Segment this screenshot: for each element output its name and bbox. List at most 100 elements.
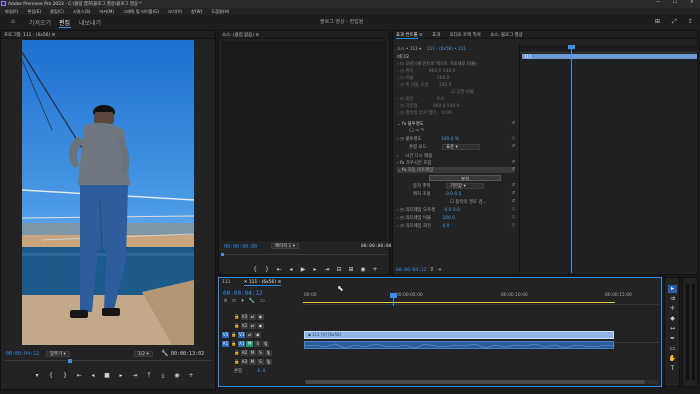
track-header-v3[interactable]: 🔒 V3 ⇄ ◉ [220,314,302,322]
insert-icon[interactable]: ⊟ [336,267,342,273]
opacity-reset-icon[interactable]: ↺ [511,121,515,126]
playback-resolution-dropdown[interactable]: 1/2 ▾ [134,351,153,357]
rotate-keyframe-icon[interactable]: ◇ [512,223,515,228]
menu-help[interactable]: 도움말(H) [211,9,229,15]
close-icon[interactable]: ✕ [690,0,694,5]
motion-rotation-row[interactable]: › ◷ 회전 0.0 [397,96,515,102]
go-to-out-icon[interactable]: ⇥ [132,373,138,379]
razor-tool-icon[interactable]: ◆ [668,315,677,323]
source-go-out-icon[interactable]: ⇥ [324,267,330,273]
add-marker-icon[interactable]: ▾ [34,373,40,379]
analyze-button[interactable]: 분석 [429,175,501,181]
track-header-a2[interactable]: 🔒 A2 M S 🎙 [220,350,302,358]
menu-view[interactable]: 보기(V) [168,9,182,15]
work-area-bar[interactable] [303,302,615,303]
a2-mic-icon[interactable]: 🎙 [264,350,272,356]
clip-a1[interactable] [304,341,616,349]
v3-target[interactable]: V3 [240,314,248,320]
timeline-tab-111[interactable]: 111 [222,280,230,285]
source-step-forward-icon[interactable]: ▸ [312,267,318,273]
v1-target[interactable]: V1 [238,332,246,338]
source-play-icon[interactable]: ▶ [300,267,306,273]
a2-target[interactable]: A2 [240,350,248,356]
add-marker-timeline-icon[interactable]: ▾ [241,298,244,304]
blend-mode-dropdown[interactable]: 표준 ▾ [441,144,480,150]
timeline-settings-icon[interactable]: 🔧 [249,298,255,304]
tab-effects[interactable]: 효과 [432,33,440,38]
linked-selection-icon[interactable]: ⊂ [232,298,236,304]
motion-scale-width-row[interactable]: › ◷ 폭 비율 조정 100.0 [397,82,515,88]
source-mark-in-icon[interactable]: { [252,267,258,273]
source-step-back-icon[interactable]: ◂ [288,267,294,273]
stop-icon[interactable]: ■ [104,373,110,379]
v3-sync-icon[interactable]: ⇄ [248,314,256,320]
menu-file[interactable]: 파일(F) [5,9,18,15]
menu-window[interactable]: 창(W) [191,9,202,15]
position-reset-icon[interactable]: ↺ [511,191,515,196]
time-remap-row[interactable]: › 시간 다시 매핑 [397,153,515,159]
source-export-frame-icon[interactable]: ◉ [360,267,366,273]
v1-eye-icon[interactable]: ◉ [254,332,262,338]
opacity-keyframe-icon[interactable]: ◇ [512,136,515,141]
v3-eye-icon[interactable]: ◉ [256,314,264,320]
mini-playhead-head[interactable] [568,45,575,49]
blend-reset-icon[interactable]: ↺ [511,144,515,149]
a1-source-patch[interactable]: A1 [222,341,229,347]
blur-reset-icon[interactable]: ↺ [511,160,515,165]
fit-zoom-dropdown[interactable]: 맞추기 ▾ [46,351,70,357]
effects-timecode[interactable]: 00:00:04:12 [396,268,426,273]
offset-keyframe-icon[interactable]: ◇ [512,207,515,212]
program-playhead-marker[interactable] [68,359,72,363]
mini-playhead[interactable] [571,45,572,273]
program-timecode[interactable]: 00:00:04:12 [6,351,39,357]
mark-out-icon[interactable]: } [62,373,68,379]
program-scrubber[interactable] [5,359,211,364]
reframe-reset-icon[interactable]: ↺ [511,167,515,172]
selection-tool-icon[interactable]: ▸ [668,285,677,293]
position-adjust-row[interactable]: 위치 조정 0.0 0.0 ↺ [397,191,515,197]
timeline-zoom-scrollbar[interactable] [305,380,658,384]
extract-icon[interactable]: ⤓ [160,373,166,379]
v2-target[interactable]: V2 [240,323,248,329]
fullscreen-icon[interactable]: ⤢ [672,18,677,26]
program-monitor-tab[interactable]: 프로그램: 111 - (6x56) ≡ [1,31,215,39]
source-add-button-icon[interactable]: + [372,267,378,273]
v1-sync-icon[interactable]: ⇄ [246,332,254,338]
source-timecode[interactable]: 00:00:00:00 [224,244,257,250]
timeline-playhead-head[interactable] [390,293,397,298]
motion-flicker-row[interactable]: › ◷ 깜박임 방지 필터 0.00 [397,110,515,116]
effects-export-icon[interactable]: ⇥ [437,267,441,273]
tab-edit[interactable]: 편집 [59,18,70,27]
step-forward-icon[interactable]: ▸ [118,373,124,379]
source-monitor-tab[interactable]: 소스: (클립 없음) ≡ [219,31,389,39]
motion-track-dropdown[interactable]: 기본값 ▾ [445,183,484,189]
clip-v1[interactable]: ▪ 111 [V] [6x56] [304,331,614,339]
menu-edit[interactable]: 편집(E) [27,9,41,15]
gaussian-blur-row[interactable]: › fx 가우시안 흐림 ↺ [397,160,515,166]
a3-mic-icon[interactable]: 🎙 [264,359,272,365]
reframe-rotate-row[interactable]: › ◷ 리프레임 회전 0.0 ◇ [397,223,515,229]
a2-mute-icon[interactable]: M [248,350,256,356]
a3-target[interactable]: A3 [240,359,248,365]
scale-keyframe-icon[interactable]: ◇ [512,215,515,220]
menu-sequence[interactable]: 시퀀스(S) [73,9,90,15]
motion-anchor-row[interactable]: › ◷ 기준점 960.0 540.0 [397,103,515,109]
hand-tool-icon[interactable]: ✋ [668,355,677,363]
share-icon[interactable]: ⇪ [688,18,693,25]
wrench-icon[interactable]: 🔧 [161,350,168,357]
opacity-effect-row[interactable]: ⌄ fx 불투명도 ↺ [397,121,515,127]
mix-value[interactable]: 0.0 [258,369,266,374]
reframe-offset-row[interactable]: › ◷ 리프레임 오프셋 0.0 0.0 ◇ [397,207,515,213]
track-header-v1[interactable]: V1 🔒 V1 ⇄ ◉ [220,332,302,340]
timeline-timecode[interactable]: 00:00:04:12 [223,290,263,297]
rectangle-tool-icon[interactable]: ▭ [668,345,677,353]
v1-source-patch[interactable]: V1 [222,332,229,338]
snap-icon[interactable]: ⫛ [224,298,227,304]
a1-solo-icon[interactable]: S [254,341,262,347]
step-back-icon[interactable]: ◂ [90,373,96,379]
source-viewer[interactable] [221,41,387,241]
add-button-icon[interactable]: + [188,373,194,379]
reframe-scale-row[interactable]: › ◷ 리프레임 비율 100.0 ◇ [397,215,515,221]
a3-mute-icon[interactable]: M [248,359,256,365]
menu-marker[interactable]: 마커(M) [99,9,114,15]
